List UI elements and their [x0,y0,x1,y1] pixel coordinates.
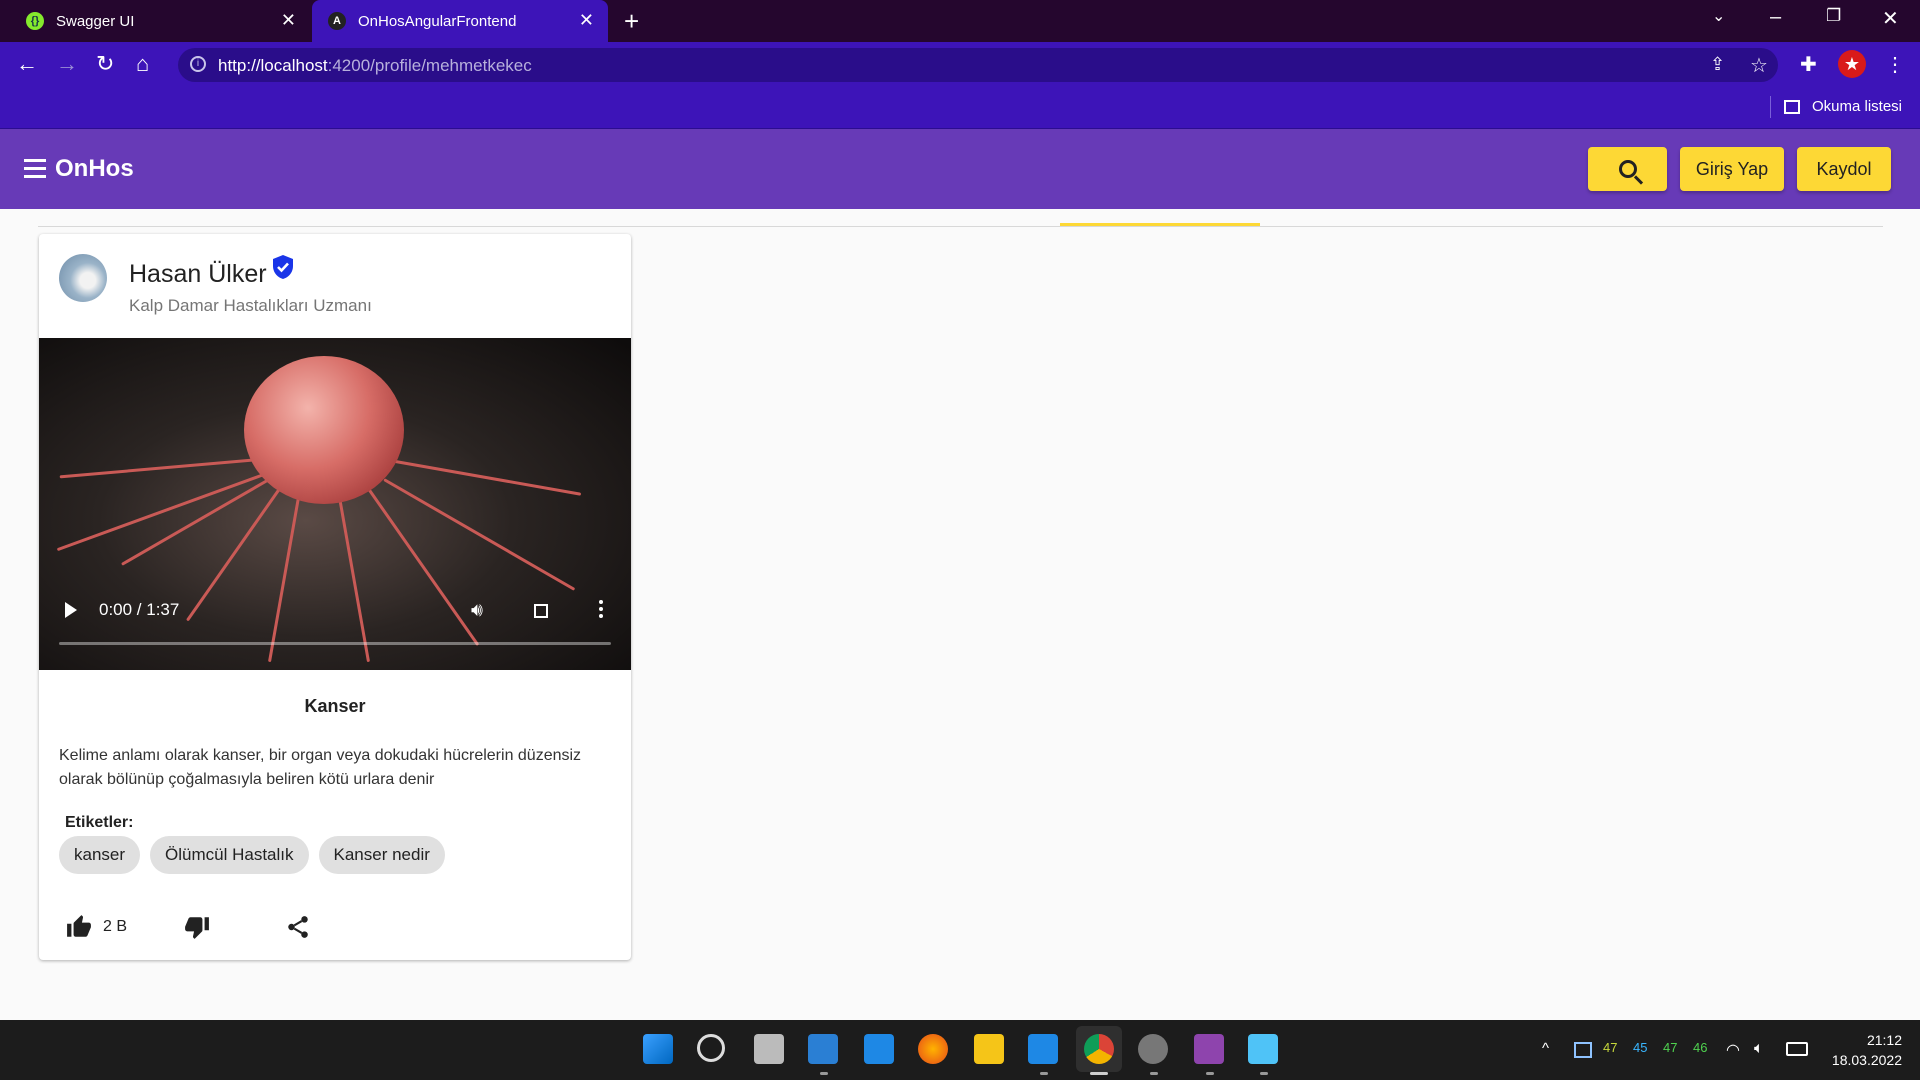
restore-button[interactable]: ❐ [1826,6,1841,26]
tab-swagger[interactable]: {} Swagger UI ✕ [0,0,310,42]
tag-list: kanser Ölümcül Hastalık Kanser nedir [59,836,445,874]
wifi-icon[interactable]: ◠ [1726,1040,1740,1060]
forward-icon[interactable]: → [56,52,78,76]
windows-start-icon[interactable] [643,1034,673,1064]
thumb-up-icon[interactable] [65,914,93,940]
tray-overflow-icon[interactable]: ^ [1542,1040,1549,1057]
running-indicator [1040,1072,1048,1075]
close-window-button[interactable]: ✕ [1882,6,1899,31]
share-page-icon[interactable]: ⇪ [1710,54,1725,75]
menu-kebab-icon[interactable]: ⋮ [1885,52,1905,77]
firefox-icon[interactable] [918,1034,948,1064]
settings-gear-icon[interactable] [1138,1034,1168,1064]
video-time: 0:00 / 1:37 [99,600,180,619]
tray-temp-value: 47 [1663,1040,1678,1055]
swagger-icon: {} [26,12,44,30]
author-title: Kalp Damar Hastalıkları Uzmanı [129,296,372,315]
speaker-icon[interactable]: 🔈︎ [1754,1040,1764,1058]
share-icon[interactable] [285,914,311,940]
home-icon[interactable]: ⌂ [136,52,149,76]
divider [1770,96,1771,118]
browser-tab-bar: {} Swagger UI ✕ A OnHosAngularFrontend ✕… [0,0,1920,42]
reload-icon[interactable]: ↻ [96,52,114,76]
browser-toolbar: ← → ↻ ⌂ i http://localhost:4200/profile/… [0,42,1920,88]
tray-temp-value: 46 [1693,1040,1708,1055]
tab-search-icon[interactable]: ⌄ [1712,6,1725,26]
search-button[interactable] [1588,147,1667,191]
video-player[interactable]: 0:00 / 1:37 🔊︎ [39,338,631,670]
post-title: Kanser [304,696,366,716]
running-indicator [1260,1072,1268,1075]
menu-icon[interactable] [24,159,46,183]
login-button[interactable]: Giriş Yap [1680,147,1784,191]
os-taskbar: ^ 47 45 47 46 ◠ 🔈︎ 21:12 18.03.2022 [0,1020,1920,1080]
reading-list-label: Okuma listesi [1811,98,1902,115]
video-more-icon[interactable] [599,600,603,621]
close-tab-icon[interactable]: ✕ [579,10,594,31]
active-indicator [1090,1072,1108,1075]
signup-button[interactable]: Kaydol [1797,147,1891,191]
active-tab-indicator [1060,223,1260,226]
clock-time: 21:12 [1866,1032,1902,1048]
tag-chip[interactable]: Kanser nedir [318,836,445,874]
minimize-button[interactable]: – [1770,6,1781,29]
video-progress-bar[interactable] [59,642,611,645]
search-icon[interactable] [697,1034,725,1062]
tab-title: Swagger UI [56,12,135,30]
thumb-down-icon[interactable] [183,914,211,940]
close-tab-icon[interactable]: ✕ [281,10,296,31]
tab-title: OnHosAngularFrontend [358,12,517,30]
clock-date: 18.03.2022 [1831,1052,1902,1068]
file-explorer-icon[interactable] [974,1034,1004,1064]
url-text[interactable]: http://localhost:4200/profile/mehmetkeke… [218,56,532,76]
avatar[interactable] [59,254,107,302]
volume-icon[interactable]: 🔊︎ [471,600,483,622]
running-indicator [820,1072,828,1075]
author-name[interactable]: Hasan Ülker [129,260,267,289]
brand-logo[interactable]: OnHos [55,155,134,183]
mail-icon[interactable] [864,1034,894,1064]
bookmarks-bar: Okuma listesi [0,88,1920,129]
bookmark-star-icon[interactable]: ☆ [1750,53,1768,78]
new-tab-button[interactable]: + [624,6,639,37]
fullscreen-icon[interactable] [534,604,548,618]
extensions-icon[interactable]: ✚ [1800,52,1817,77]
post-card: Hasan Ülker Kalp Damar Hastalıkları Uzma… [39,234,631,960]
chrome-icon[interactable] [1084,1034,1114,1064]
address-bar[interactable]: i http://localhost:4200/profile/mehmetke… [178,48,1778,82]
visual-studio-icon[interactable] [1194,1034,1224,1064]
back-icon[interactable]: ← [16,52,38,76]
app-header: OnHos Giriş Yap Kaydol [0,129,1920,209]
verified-badge-icon [273,255,293,279]
vscode-icon[interactable] [1028,1034,1058,1064]
battery-icon[interactable] [1786,1042,1808,1056]
tag-chip[interactable]: Ölümcül Hastalık [150,836,309,874]
like-count: 2 B [103,918,128,935]
tray-temp-value: 45 [1633,1040,1648,1055]
tab-onhos[interactable]: A OnHosAngularFrontend ✕ [312,0,608,42]
clock[interactable]: 21:12 18.03.2022 [1822,1030,1902,1070]
reading-list-icon [1783,99,1800,114]
video-thumbnail [244,356,404,504]
running-indicator [1206,1072,1214,1075]
profile-avatar-icon[interactable]: ★ [1838,50,1866,78]
tray-temp-value: 47 [1603,1040,1618,1055]
post-body: Kelime anlamı olarak kanser, bir organ v… [59,747,582,788]
tag-chip[interactable]: kanser [59,836,141,874]
play-icon[interactable] [65,602,77,618]
running-indicator [1150,1072,1158,1075]
search-icon [1618,160,1637,178]
site-info-icon[interactable]: i [190,56,206,72]
app-window-icon[interactable] [1248,1034,1278,1064]
angular-icon: A [328,12,346,30]
tab-divider [38,226,1883,227]
task-view-icon[interactable] [754,1034,784,1064]
reading-list-button[interactable]: Okuma listesi [1783,98,1902,115]
resource-monitor-icon[interactable] [808,1034,838,1064]
tags-label: Etiketler: [65,814,134,831]
tray-monitor-icon[interactable] [1574,1042,1592,1058]
